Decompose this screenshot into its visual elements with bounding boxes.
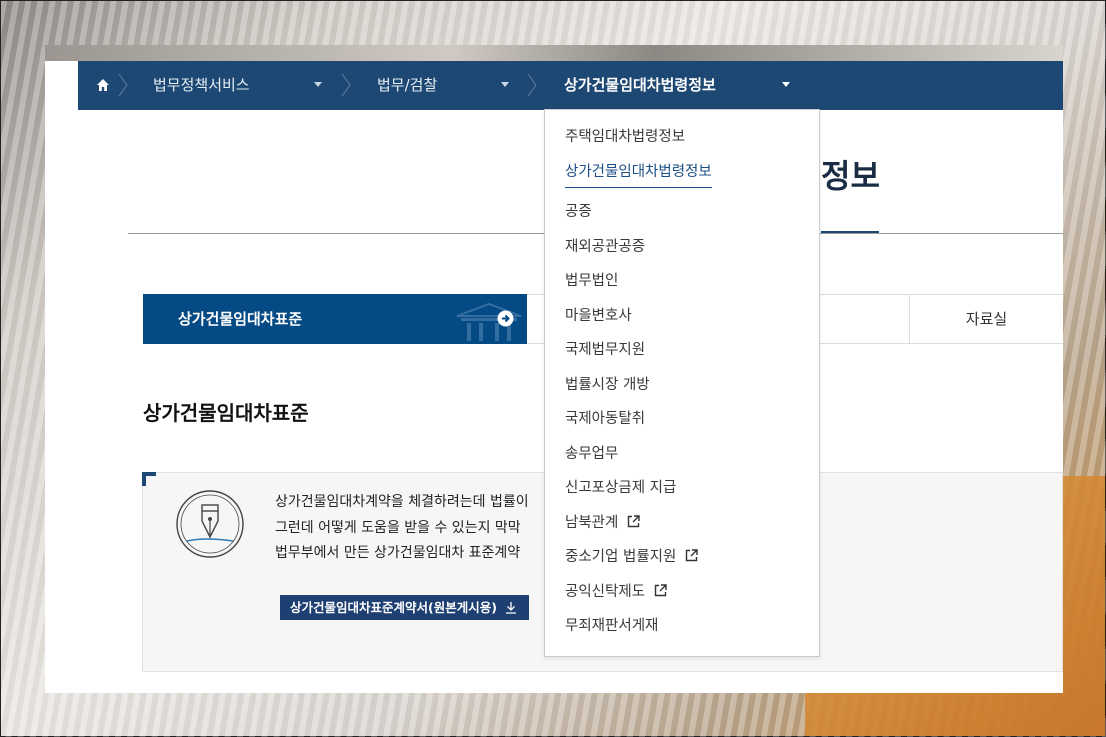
arrow-right-circle-icon — [497, 310, 514, 327]
caret-down-icon[interactable] — [314, 82, 322, 87]
menu-item-label: 중소기업 법률지원 — [565, 549, 677, 565]
menu-item-notary[interactable]: 공증 — [565, 201, 592, 223]
page-title: 정보 — [821, 157, 880, 195]
tab-commercial-lease-standard[interactable]: 상가건물임대차표준 — [143, 294, 527, 344]
menu-item-label: 남북관계 — [565, 515, 619, 531]
chevron-right-icon — [527, 74, 537, 96]
caret-down-icon[interactable] — [782, 82, 790, 87]
building-icon — [456, 302, 522, 341]
web-page: 법무정책서비스 법무/검찰 상가건물임대차법령정보 정보 상가건물임대차표준 자… — [45, 61, 1063, 693]
external-link-icon — [654, 584, 667, 597]
menu-item-label: 공익신탁제도 — [565, 584, 646, 600]
breadcrumb-nav: 법무정책서비스 법무/검찰 상가건물임대차법령정보 — [78, 61, 1063, 110]
menu-item-public-trust[interactable]: 공익신탁제도 — [565, 581, 667, 603]
menu-item-child-abduction[interactable]: 국제아동탈취 — [565, 408, 645, 430]
menu-item-international-legal-support[interactable]: 국제법무지원 — [565, 339, 645, 361]
chevron-right-icon — [118, 74, 128, 96]
external-link-icon — [628, 515, 641, 528]
menu-item-legal-market-opening[interactable]: 법률시장 개방 — [565, 374, 650, 396]
menu-item-litigation[interactable]: 송무업무 — [565, 443, 618, 465]
menu-item-reward-payment[interactable]: 신고포상금제 지급 — [565, 477, 676, 499]
menu-item-law-firm[interactable]: 법무법인 — [565, 270, 618, 292]
info-text-line: 그런데 어떻게 도움을 받을 수 있는지 막막 — [275, 520, 521, 536]
fountain-pen-icon — [176, 490, 244, 558]
menu-item-overseas-notary[interactable]: 재외공관공증 — [565, 236, 645, 258]
download-icon — [505, 602, 516, 614]
caret-down-icon[interactable] — [501, 82, 509, 87]
dropdown-menu: 주택임대차법령정보 상가건물임대차법령정보 공증 재외공관공증 법무법인 마을변… — [544, 109, 820, 657]
home-icon[interactable] — [96, 77, 110, 93]
menu-item-inter-korean[interactable]: 남북관계 — [565, 512, 641, 534]
download-button-label: 상가건물임대차표준계약서(원본게시용) — [290, 600, 497, 615]
chevron-right-icon — [341, 74, 351, 96]
nav-item-commercial-lease[interactable]: 상가건물임대차법령정보 — [564, 61, 716, 110]
menu-item-sme-legal-support[interactable]: 중소기업 법률지원 — [565, 546, 699, 568]
info-text-line: 상가건물임대차계약을 체결하려는데 법률이 — [275, 494, 529, 510]
menu-item-acquittal-publication[interactable]: 무죄재판서게재 — [565, 615, 658, 637]
external-link-icon — [686, 549, 699, 562]
tab-data-room[interactable]: 자료실 — [910, 295, 1063, 343]
tab-label: 상가건물임대차표준 — [178, 310, 303, 328]
menu-item-village-lawyer[interactable]: 마을변호사 — [565, 305, 632, 327]
info-text-line: 법무부에서 만든 상가건물임대차 표준계약 — [275, 545, 521, 561]
menu-item-commercial-lease[interactable]: 상가건물임대차법령정보 — [565, 161, 712, 188]
background-strip — [45, 45, 1063, 61]
menu-item-housing-lease[interactable]: 주택임대차법령정보 — [565, 126, 685, 148]
corner-mark — [142, 472, 156, 486]
section-heading: 상가건물임대차표준 — [143, 401, 309, 425]
download-contract-button[interactable]: 상가건물임대차표준계약서(원본게시용) — [280, 595, 529, 620]
nav-item-policy-service[interactable]: 법무정책서비스 — [153, 61, 250, 110]
nav-item-justice[interactable]: 법무/검찰 — [377, 61, 437, 110]
